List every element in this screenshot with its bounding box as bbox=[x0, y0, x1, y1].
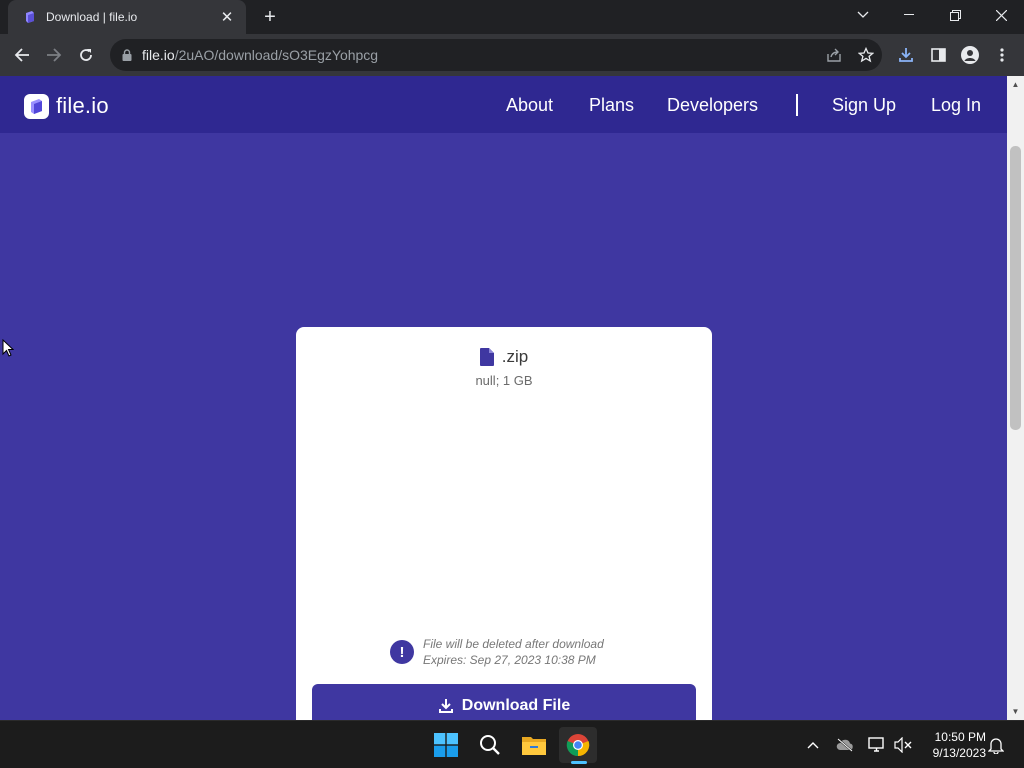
volume-muted-icon[interactable] bbox=[893, 735, 913, 755]
forward-icon[interactable] bbox=[42, 43, 66, 67]
download-arrow-icon bbox=[438, 698, 454, 714]
download-button-label: Download File bbox=[461, 697, 571, 714]
back-icon[interactable] bbox=[10, 43, 34, 67]
chevron-down-icon[interactable] bbox=[840, 0, 886, 30]
page-scrollbar[interactable]: ▲ ▼ bbox=[1007, 76, 1024, 720]
bell-icon[interactable] bbox=[986, 735, 1006, 755]
restore-icon[interactable] bbox=[932, 0, 978, 30]
file-name: .zip bbox=[501, 347, 529, 366]
clock-date: 9/13/2023 bbox=[932, 746, 986, 760]
network-icon[interactable] bbox=[867, 735, 887, 755]
lock-icon[interactable] bbox=[120, 48, 134, 62]
star-icon[interactable] bbox=[854, 43, 878, 67]
deletion-notice: ! File will be deleted after download Ex… bbox=[390, 636, 604, 668]
tab-title: Download | file.io bbox=[46, 10, 138, 24]
file-io-favicon-icon bbox=[22, 9, 38, 25]
browser-tab-strip: Download | file.io ✕ + bbox=[0, 0, 1024, 34]
site-header: file.io About Plans Developers Sign Up L… bbox=[0, 76, 1007, 133]
alert-icon: ! bbox=[390, 640, 414, 664]
menu-icon[interactable] bbox=[990, 43, 1014, 67]
nav-developers-link[interactable]: Developers bbox=[667, 95, 758, 116]
scroll-thumb[interactable] bbox=[1010, 146, 1021, 430]
browser-tab[interactable]: Download | file.io ✕ bbox=[8, 0, 246, 34]
share-icon[interactable] bbox=[822, 43, 846, 67]
clock-time: 10:50 PM bbox=[934, 730, 986, 744]
url-text: file.io/2uAO/download/sO3EgzYohpcg bbox=[142, 47, 379, 63]
minimize-icon[interactable] bbox=[886, 0, 932, 30]
windows-taskbar: 10:50 PM 9/13/2023 bbox=[0, 720, 1024, 768]
cloud-icon[interactable] bbox=[835, 735, 855, 755]
windows-start-icon[interactable] bbox=[427, 727, 465, 763]
scroll-up-icon[interactable]: ▲ bbox=[1011, 80, 1020, 89]
nav-about-link[interactable]: About bbox=[506, 95, 553, 116]
file-icon bbox=[479, 348, 494, 366]
logo-text: file.io bbox=[56, 93, 109, 118]
nav-separator bbox=[796, 94, 798, 116]
address-bar[interactable]: file.io/2uAO/download/sO3EgzYohpcg bbox=[110, 39, 882, 71]
file-meta: null; 1 GB bbox=[475, 373, 533, 388]
profile-icon[interactable] bbox=[958, 43, 982, 67]
browser-toolbar: file.io/2uAO/download/sO3EgzYohpcg bbox=[0, 34, 1024, 76]
file-io-logo-icon bbox=[24, 93, 49, 119]
download-file-button[interactable]: Download File bbox=[312, 684, 696, 720]
web-page: file.io About Plans Developers Sign Up L… bbox=[0, 76, 1007, 720]
taskbar-clock[interactable]: 10:50 PM 9/13/2023 bbox=[920, 729, 986, 761]
close-icon[interactable]: ✕ bbox=[218, 8, 236, 26]
close-window-icon[interactable] bbox=[978, 0, 1024, 30]
nav-sign-up-link[interactable]: Sign Up bbox=[832, 95, 896, 116]
sidebar-icon[interactable] bbox=[926, 43, 950, 67]
expiry-text: Expires: Sep 27, 2023 10:38 PM bbox=[423, 653, 596, 667]
plus-icon[interactable]: + bbox=[258, 6, 282, 28]
mouse-cursor-icon bbox=[2, 339, 14, 357]
folder-icon[interactable] bbox=[515, 727, 553, 763]
chrome-icon[interactable] bbox=[559, 727, 597, 763]
active-app-indicator bbox=[571, 761, 587, 764]
download-card: .zip null; 1 GB ! File will be deleted a… bbox=[296, 327, 712, 720]
file-title: .zip bbox=[296, 347, 712, 367]
nav-plans-link[interactable]: Plans bbox=[589, 95, 634, 116]
warning-text: File will be deleted after download bbox=[423, 637, 604, 651]
site-logo[interactable]: file.io bbox=[24, 93, 109, 119]
chevron-up-icon[interactable] bbox=[803, 735, 823, 755]
reload-icon[interactable] bbox=[74, 43, 98, 67]
download-icon[interactable] bbox=[894, 43, 918, 67]
nav-log-in-link[interactable]: Log In bbox=[931, 95, 981, 116]
search-icon[interactable] bbox=[471, 727, 509, 763]
scroll-down-icon[interactable]: ▼ bbox=[1011, 707, 1020, 716]
